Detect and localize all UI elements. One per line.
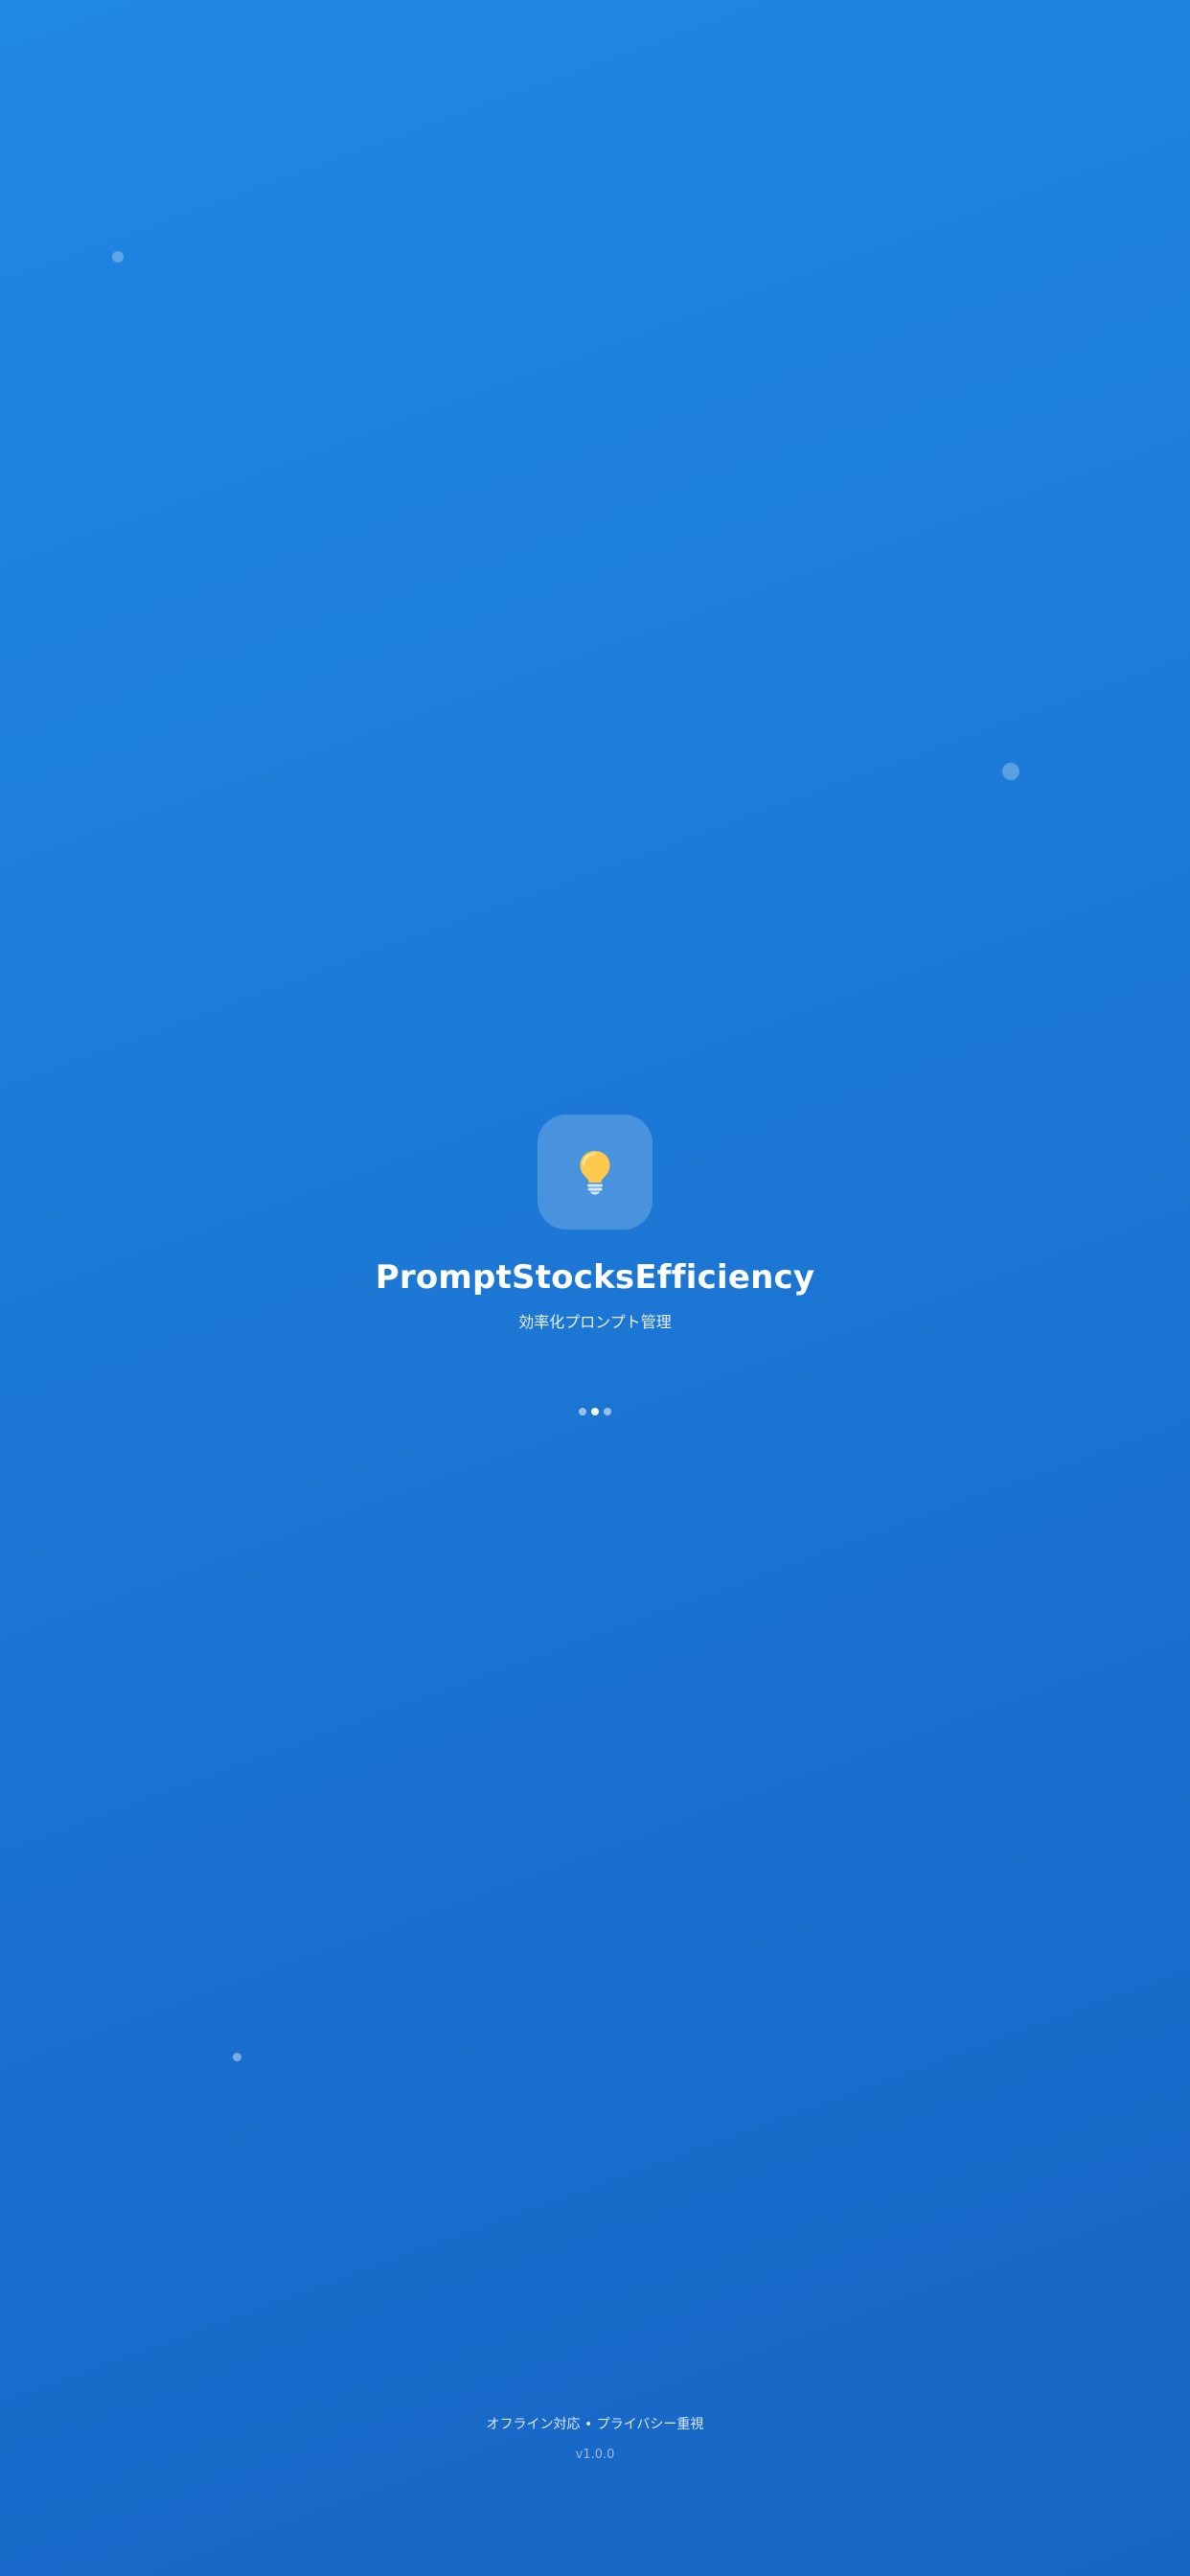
app-title: PromptStocksEfficiency (375, 1258, 815, 1297)
decorative-bubble (112, 251, 124, 263)
loading-indicator (579, 1408, 611, 1415)
lightbulb-icon (580, 1151, 610, 1195)
version-label: v1.0.0 (575, 2448, 615, 2462)
splash-content: PromptStocksEfficiency 効率化プロンプト管理 (0, 1115, 1190, 1415)
loading-dot (579, 1408, 586, 1415)
app-tagline: 効率化プロンプト管理 (518, 1313, 672, 1331)
loading-dot (604, 1408, 611, 1415)
app-logo (538, 1115, 652, 1230)
loading-dot-active (591, 1408, 599, 1415)
decorative-bubble (233, 2053, 241, 2061)
feature-tagline: オフライン対応 • プライバシー重視 (486, 2417, 704, 2432)
decorative-bubble (1002, 763, 1019, 780)
